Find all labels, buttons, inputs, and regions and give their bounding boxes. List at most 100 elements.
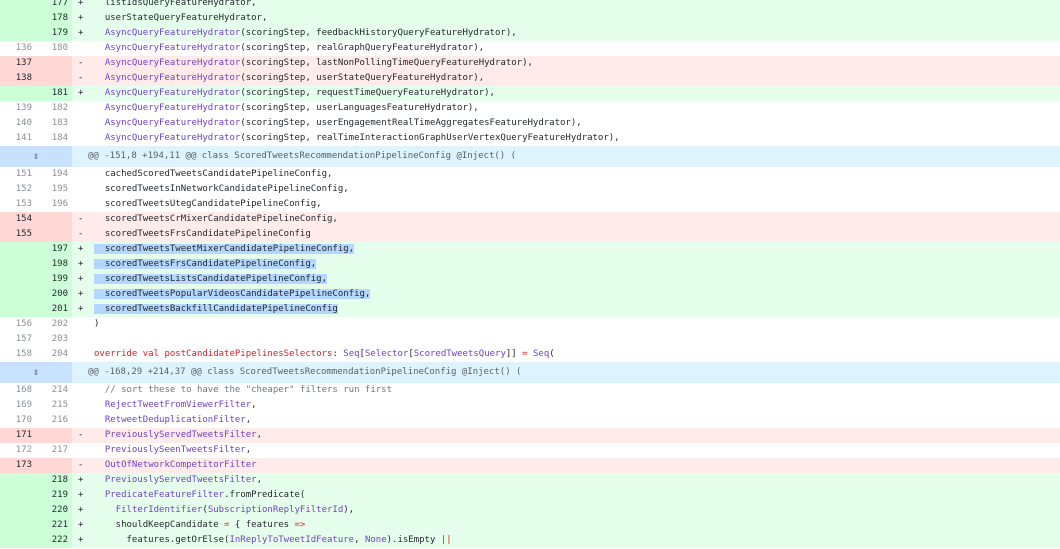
code-content: scoredTweetsFrsCandidatePipelineConfig: [94, 229, 311, 239]
code-content: AsyncQueryFeatureHydrator(scoringStep, r…: [94, 133, 620, 143]
code-line: + scoredTweetsListsCandidatePipelineConf…: [72, 272, 1060, 287]
old-line-number[interactable]: [0, 26, 36, 41]
old-line-number[interactable]: 158: [0, 347, 36, 362]
new-line-number[interactable]: 222: [36, 533, 72, 548]
old-line-number[interactable]: [0, 533, 36, 548]
new-line-number[interactable]: 217: [36, 443, 72, 458]
old-line-number[interactable]: 138: [0, 71, 36, 86]
new-line-number[interactable]: 200: [36, 287, 72, 302]
old-line-number[interactable]: 137: [0, 56, 36, 71]
context-line-row: 169 215 RejectTweetFromViewerFilter,: [0, 398, 1060, 413]
new-line-number[interactable]: 197: [36, 242, 72, 257]
new-line-number[interactable]: [36, 227, 72, 242]
old-line-number[interactable]: [0, 257, 36, 272]
old-line-number[interactable]: [0, 302, 36, 317]
code-content: OutOfNetworkCompetitorFilter: [94, 460, 257, 470]
old-line-number[interactable]: [0, 272, 36, 287]
new-line-number[interactable]: 179: [36, 26, 72, 41]
old-line-number[interactable]: [0, 518, 36, 533]
new-line-number[interactable]: 219: [36, 488, 72, 503]
new-line-number[interactable]: 214: [36, 383, 72, 398]
old-line-number[interactable]: 173: [0, 458, 36, 473]
new-line-number[interactable]: 201: [36, 302, 72, 317]
old-line-number[interactable]: [0, 488, 36, 503]
new-line-number[interactable]: 181: [36, 86, 72, 101]
new-line-number[interactable]: 221: [36, 518, 72, 533]
new-line-number[interactable]: 215: [36, 398, 72, 413]
new-line-number[interactable]: [36, 56, 72, 71]
new-line-number[interactable]: 198: [36, 257, 72, 272]
old-line-number[interactable]: 156: [0, 317, 36, 332]
old-line-number[interactable]: [0, 0, 36, 11]
diff-marker: -: [78, 58, 84, 68]
old-line-number[interactable]: 140: [0, 116, 36, 131]
diff-marker: [78, 167, 94, 182]
new-line-number[interactable]: 194: [36, 167, 72, 182]
new-line-number[interactable]: 184: [36, 131, 72, 146]
code-token: ): [94, 319, 100, 329]
new-line-number[interactable]: [36, 71, 72, 86]
code-token: =>: [294, 520, 306, 530]
old-line-number[interactable]: 170: [0, 413, 36, 428]
old-line-number[interactable]: [0, 287, 36, 302]
old-line-number[interactable]: 151: [0, 167, 36, 182]
diff-marker: +: [78, 259, 84, 269]
diff-marker: [78, 182, 94, 197]
new-line-number[interactable]: 203: [36, 332, 72, 347]
code-line: + AsyncQueryFeatureHydrator(scoringStep,…: [72, 86, 1060, 101]
new-line-number[interactable]: 182: [36, 101, 72, 116]
new-line-number[interactable]: 195: [36, 182, 72, 197]
code-line: + features.getOrElse(InReplyToTweetIdFea…: [72, 533, 1060, 548]
old-line-number[interactable]: 154: [0, 212, 36, 227]
new-line-number[interactable]: 180: [36, 41, 72, 56]
old-line-number[interactable]: [0, 503, 36, 518]
new-line-number[interactable]: 178: [36, 11, 72, 26]
context-line-row: 153 196 scoredTweetsUtegCandidatePipeline…: [0, 197, 1060, 212]
code-token: :: [332, 349, 344, 359]
old-line-number[interactable]: 171: [0, 428, 36, 443]
old-line-number[interactable]: 141: [0, 131, 36, 146]
old-line-number[interactable]: 152: [0, 182, 36, 197]
code-token: (scoringStep, userLanguagesFeatureHydrat…: [240, 103, 479, 113]
new-line-number[interactable]: 204: [36, 347, 72, 362]
expand-lines-button[interactable]: ⇕: [0, 362, 72, 383]
old-line-number[interactable]: 139: [0, 101, 36, 116]
old-line-number[interactable]: [0, 242, 36, 257]
old-line-number[interactable]: 136: [0, 41, 36, 56]
old-line-number[interactable]: 157: [0, 332, 36, 347]
old-line-number[interactable]: 155: [0, 227, 36, 242]
new-line-number[interactable]: [36, 212, 72, 227]
diff-view: 177 + listIdsQueryFeatureHydrator, 178 + us…: [0, 0, 1060, 548]
old-line-number[interactable]: 169: [0, 398, 36, 413]
new-line-number[interactable]: 196: [36, 197, 72, 212]
context-line-row: 151 194 cachedScoredTweetsCandidatePipeli…: [0, 167, 1060, 182]
code-line: scoredTweetsUtegCandidatePipelineConfig,: [72, 197, 1060, 212]
new-line-number[interactable]: 177: [36, 0, 72, 11]
new-line-number[interactable]: [36, 458, 72, 473]
old-line-number[interactable]: [0, 473, 36, 488]
code-content: listIdsQueryFeatureHydrator,: [94, 0, 257, 8]
code-token: PreviouslyServedTweetsFilter: [104, 430, 257, 440]
code-line: - AsyncQueryFeatureHydrator(scoringStep,…: [72, 71, 1060, 86]
new-line-number[interactable]: [36, 428, 72, 443]
new-line-number[interactable]: 183: [36, 116, 72, 131]
old-line-number[interactable]: 168: [0, 383, 36, 398]
new-line-number[interactable]: 218: [36, 473, 72, 488]
old-line-number[interactable]: 172: [0, 443, 36, 458]
code-line: PreviouslySeenTweetsFilter,: [72, 443, 1060, 458]
new-line-number[interactable]: 199: [36, 272, 72, 287]
old-line-number[interactable]: [0, 86, 36, 101]
new-line-number[interactable]: 202: [36, 317, 72, 332]
diff-marker: [78, 197, 94, 212]
code-token: PreviouslySeenTweetsFilter: [104, 445, 246, 455]
code-content: scoredTweetsFrsCandidatePipelineConfig,: [94, 259, 317, 269]
new-line-number[interactable]: 216: [36, 413, 72, 428]
context-line-row: 172 217 PreviouslySeenTweetsFilter,: [0, 443, 1060, 458]
old-line-number[interactable]: [0, 11, 36, 26]
new-line-number[interactable]: 220: [36, 503, 72, 518]
code-line: + scoredTweetsFrsCandidatePipelineConfig…: [72, 257, 1060, 272]
old-line-number[interactable]: 153: [0, 197, 36, 212]
diff-marker: +: [78, 535, 84, 545]
expand-lines-button[interactable]: ⇕: [0, 146, 72, 167]
